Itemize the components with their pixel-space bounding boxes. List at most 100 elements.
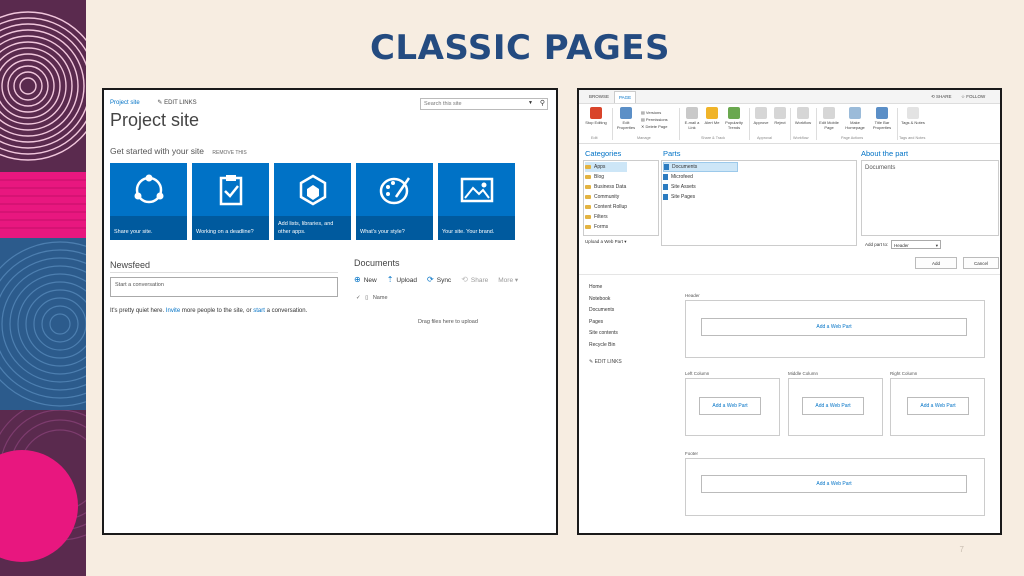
chevron-down-icon[interactable]: ▼ (528, 100, 533, 106)
nav-item[interactable]: Home (589, 282, 622, 294)
tile-caption: Working on a deadline? (192, 216, 269, 240)
add-web-part-button[interactable]: Add a Web Part (701, 318, 967, 336)
checkmark-icon[interactable]: ✓ (356, 295, 361, 301)
upload-web-part-link[interactable]: Upload a Web Part ▾ (585, 239, 626, 245)
tile-add-apps[interactable]: Add lists, libraries, and other apps. (274, 163, 351, 240)
category-item[interactable]: Community (585, 192, 627, 202)
deco-block-circles (0, 0, 86, 172)
reject-button[interactable]: Reject (771, 107, 789, 126)
tile-caption: Your site. Your brand. (438, 216, 515, 240)
nav-item[interactable]: Notebook (589, 294, 622, 306)
more-button[interactable]: More ▾ (498, 276, 518, 284)
add-web-part-button[interactable]: Add a Web Part (701, 475, 967, 493)
library-icon (663, 174, 668, 180)
search-icon[interactable]: ⚲ (540, 99, 545, 107)
cancel-button[interactable]: Cancel (963, 257, 999, 269)
category-item[interactable]: Content Rollup (585, 202, 627, 212)
search-input[interactable]: Search this site ▼ ⚲ (420, 98, 548, 110)
edit-links-button[interactable]: ✎ EDIT LINKS (157, 100, 196, 106)
stop-editing-button[interactable]: Stop Editing (583, 107, 609, 126)
parts-list: Documents Microfeed Site Assets Site Pag… (663, 162, 739, 202)
project-site-link[interactable]: Project site (110, 100, 140, 106)
category-item[interactable]: Blog (585, 172, 627, 182)
start-link[interactable]: start (253, 308, 265, 314)
popularity-trends-button[interactable]: Popularity Trends (722, 107, 746, 131)
nav-item[interactable]: Site contents (589, 328, 622, 340)
category-item[interactable]: Forms (585, 222, 627, 232)
share-button[interactable]: ⟲ SHARE (931, 94, 952, 100)
nav-item[interactable]: Documents (589, 305, 622, 317)
versions-button[interactable]: ▤ Versions (641, 110, 661, 115)
category-item[interactable]: Filters (585, 212, 627, 222)
make-homepage-button[interactable]: Make Homepage (843, 107, 867, 131)
follow-label: FOLLOW (966, 94, 986, 99)
add-web-part-button[interactable]: Add a Web Part (802, 397, 864, 415)
get-started-label: Get started with your site (110, 146, 205, 156)
upload-label: Upload (396, 277, 418, 284)
apps-icon (299, 174, 327, 206)
nav-item[interactable]: Recycle Bin (589, 340, 622, 352)
left-navigation: Home Notebook Documents Pages Site conte… (589, 282, 622, 369)
edit-links-button[interactable]: ✎ EDIT LINKS (589, 357, 622, 369)
category-label: Community (594, 194, 620, 200)
share-button[interactable]: ⟲ Share (461, 275, 488, 284)
share-label: SHARE (936, 94, 952, 99)
ribbon-label: Tags & Notes (901, 120, 925, 125)
about-part-heading: About the part (861, 149, 909, 158)
quiet-text-1: It's pretty quiet here. (110, 308, 166, 314)
category-label: Content Rollup (594, 204, 628, 210)
conversation-input[interactable]: Start a conversation (110, 277, 338, 297)
delete-page-button[interactable]: ✕ Delete Page (641, 124, 667, 129)
sync-button[interactable]: ⟳ Sync (427, 275, 451, 284)
workflow-button[interactable]: Workflow (791, 107, 815, 126)
new-button[interactable]: ⊕ New (354, 275, 377, 284)
ribbon-label: Versions (645, 110, 662, 115)
about-part-box (861, 160, 999, 236)
approve-button[interactable]: Approve (751, 107, 771, 126)
tab-page[interactable]: PAGE (614, 91, 637, 103)
slide-title: CLASSIC PAGES (369, 28, 671, 68)
upload-web-part-label: Upload a Web Part (585, 239, 623, 244)
permissions-button[interactable]: ▤ Permissions (641, 117, 668, 122)
invite-link[interactable]: Invite (166, 308, 180, 314)
add-part-to-select[interactable]: Header ▾ (891, 240, 941, 249)
folder-icon (585, 185, 591, 189)
part-item[interactable]: Site Pages (663, 192, 738, 202)
tile-brand[interactable]: Your site. Your brand. (438, 163, 515, 240)
edit-mobile-page-button[interactable]: Edit Mobile Page (817, 107, 841, 131)
remove-this-link[interactable]: REMOVE THIS (212, 150, 246, 156)
library-icon (664, 164, 669, 170)
tab-browse[interactable]: BROWSE (589, 94, 609, 99)
name-column-label[interactable]: Name (373, 295, 388, 301)
deco-block-magenta (0, 410, 86, 576)
add-web-part-button[interactable]: Add a Web Part (907, 397, 969, 415)
part-item[interactable]: Microfeed (663, 172, 738, 182)
tags-notes-button[interactable]: Tags & Notes (901, 107, 925, 126)
ribbon-label: Reject (774, 120, 786, 125)
alert-me-button[interactable]: Alert Me (703, 107, 721, 126)
edit-links-label: EDIT LINKS (594, 359, 622, 365)
part-item[interactable]: Site Assets (663, 182, 738, 192)
library-icon (663, 194, 668, 200)
upload-button[interactable]: ⇡ Upload (387, 275, 417, 284)
add-web-part-button[interactable]: Add a Web Part (699, 397, 761, 415)
part-label: Site Pages (671, 194, 696, 200)
nav-item[interactable]: Pages (589, 317, 622, 329)
category-item[interactable]: Apps (585, 162, 628, 172)
part-label: Site Assets (671, 184, 696, 190)
tile-share[interactable]: Share your site. (110, 163, 187, 240)
edit-properties-button[interactable]: Edit Properties (615, 107, 637, 131)
follow-button[interactable]: ☆ FOLLOW (961, 94, 985, 100)
ribbon-group-label: Tags and Notes (899, 136, 926, 140)
email-link-button[interactable]: E-mail a Link (682, 107, 702, 131)
category-item[interactable]: Business Data (585, 182, 627, 192)
part-item[interactable]: Documents (663, 162, 739, 172)
documents-heading: Documents (354, 258, 400, 268)
tile-caption: Add lists, libraries, and other apps. (274, 216, 351, 240)
share-label: Share (470, 277, 489, 284)
tile-deadline[interactable]: Working on a deadline? (192, 163, 269, 240)
titlebar-icon (876, 107, 888, 119)
add-button[interactable]: Add (915, 257, 957, 269)
title-bar-properties-button[interactable]: Title Bar Properties (869, 107, 895, 131)
tile-style[interactable]: What's your style? (356, 163, 433, 240)
